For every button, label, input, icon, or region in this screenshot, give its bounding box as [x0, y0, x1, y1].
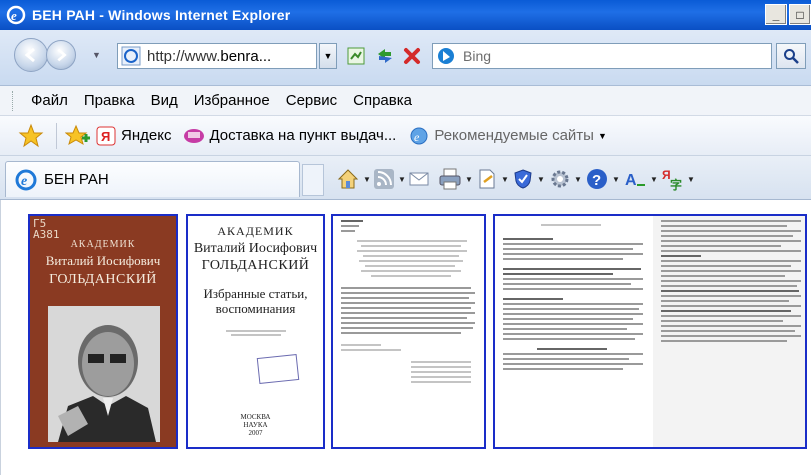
page-menu-button[interactable]: ▼: [476, 166, 509, 192]
imprint-page: [333, 216, 484, 447]
forward-arrow-icon: [57, 48, 67, 62]
address-dropdown-button[interactable]: ▼: [319, 43, 337, 69]
add-to-favorites-icon[interactable]: [65, 123, 91, 149]
menu-grip: [12, 90, 15, 111]
search-input[interactable]: Bing: [432, 43, 772, 69]
safety-menu-button[interactable]: ▼: [512, 166, 545, 192]
yandex-icon: Я: [95, 125, 117, 147]
maximize-button[interactable]: □: [789, 4, 811, 25]
stop-icon: [404, 48, 420, 64]
cover-portrait-photo: [48, 306, 160, 442]
tab-ben-ran[interactable]: e БЕН РАН: [5, 161, 300, 197]
page-favicon-icon: [121, 46, 141, 66]
menu-file[interactable]: Файл: [31, 92, 68, 109]
library-stamp: [256, 353, 300, 385]
magnifier-icon: [784, 49, 799, 64]
svg-text:?: ?: [592, 172, 601, 189]
title-page: АКАДЕМИК Виталий Иосифович ГОЛЬДАНСКИЙ И…: [188, 216, 323, 447]
title-work: Избранные статьи, воспоминания: [203, 286, 308, 316]
menu-bar: Файл Правка Вид Избранное Сервис Справка: [0, 86, 811, 116]
internet-explorer-icon: e: [6, 5, 26, 25]
tab-command-bar: e БЕН РАН ▼ ▼ ▼ ▼ ▼ ▼ ? ▼ A ▼ Я 字 ▼: [0, 156, 811, 200]
refresh-button[interactable]: [374, 45, 396, 67]
title-publisher: МОСКВА НАУКА 2007: [240, 413, 271, 437]
mail-icon: [409, 172, 429, 186]
help-menu-button[interactable]: ? ▼: [585, 166, 620, 192]
svg-text:e: e: [11, 8, 17, 23]
menu-favorites[interactable]: Избранное: [194, 92, 270, 109]
text-size-icon: A: [625, 172, 645, 189]
translate-button[interactable]: Я 字 ▼: [660, 166, 695, 192]
text-size-button[interactable]: A ▼: [623, 166, 658, 192]
title-name: Виталий Иосифович: [193, 241, 318, 256]
home-button[interactable]: ▼: [336, 166, 371, 192]
rss-feed-icon: [374, 169, 394, 189]
title-editor-note: [188, 330, 323, 336]
menu-edit[interactable]: Правка: [84, 92, 135, 109]
window-titlebar: e БЕН РАН - Windows Internet Explorer _ …: [0, 0, 811, 30]
help-icon: ?: [587, 169, 607, 189]
menu-tools[interactable]: Сервис: [286, 92, 337, 109]
address-url: http://www.benra...: [147, 47, 272, 65]
contents-left-page: [495, 216, 647, 447]
compatibility-view-button[interactable]: [345, 45, 367, 67]
svg-text:字: 字: [670, 177, 682, 191]
back-arrow-icon: [24, 47, 35, 63]
imprint-page-thumbnail[interactable]: [331, 214, 486, 449]
favorites-bar: Я Яндекс Доставка на пункт выдач... e Ре…: [0, 116, 811, 156]
delivery-icon: [183, 125, 205, 147]
svg-text:e: e: [21, 174, 27, 189]
safety-shield-icon: [514, 169, 532, 189]
favorites-star-icon[interactable]: [18, 123, 44, 149]
refresh-icon: [378, 49, 392, 63]
page-icon: [479, 169, 495, 189]
svg-text:Я: Я: [101, 129, 110, 144]
svg-text:A: A: [625, 172, 637, 189]
forward-button[interactable]: [46, 40, 76, 70]
print-button[interactable]: ▼: [438, 166, 473, 192]
title-surname: ГОЛЬДАНСКИЙ: [201, 258, 310, 273]
favorite-link-delivery[interactable]: Доставка на пункт выдач...: [183, 125, 396, 147]
table-of-contents-thumbnail[interactable]: [493, 214, 807, 449]
back-button[interactable]: [14, 38, 48, 72]
cover-academician: АКАДЕМИК: [70, 239, 136, 250]
title-page-thumbnail[interactable]: АКАДЕМИК Виталий Иосифович ГОЛЬДАНСКИЙ И…: [186, 214, 325, 449]
suggested-sites-icon: e: [408, 125, 430, 147]
tools-menu-button[interactable]: ▼: [549, 166, 582, 192]
address-field[interactable]: http://www.benra...: [117, 43, 317, 69]
favorites-separator: [56, 122, 57, 149]
compatibility-view-icon: [347, 47, 365, 65]
suggested-sites-dropdown-icon[interactable]: ▼: [598, 131, 607, 141]
window-title: БЕН РАН - Windows Internet Explorer: [32, 7, 291, 23]
translate-icon: Я 字: [662, 168, 682, 191]
page-content: Г5 А381 АКАДЕМИК Виталий Иосифович ГОЛЬД…: [0, 200, 811, 475]
cover-catalog-code: Г5 А381: [33, 217, 60, 241]
menu-view[interactable]: Вид: [151, 92, 178, 109]
menu-help[interactable]: Справка: [353, 92, 412, 109]
printer-icon: [439, 168, 461, 190]
new-tab-button[interactable]: [302, 164, 324, 196]
feeds-button[interactable]: ▼: [373, 166, 406, 192]
minimize-button[interactable]: _: [765, 4, 787, 25]
title-academician: АКАДЕМИК: [217, 224, 294, 238]
svg-text:e: e: [414, 130, 420, 144]
favorite-link-yandex[interactable]: Я Яндекс: [95, 125, 171, 147]
recent-pages-dropdown-icon[interactable]: ▼: [92, 50, 101, 60]
address-toolbar: ▼ http://www.benra... ▼ Bing: [0, 30, 811, 86]
home-icon: [337, 169, 359, 189]
cover-surname: ГОЛЬДАНСКИЙ: [49, 272, 157, 287]
favorite-link-suggested-sites[interactable]: e Рекомендуемые сайты ▼: [408, 125, 607, 147]
bing-icon: [438, 48, 454, 64]
book-cover-thumbnail[interactable]: Г5 А381 АКАДЕМИК Виталий Иосифович ГОЛЬД…: [28, 214, 178, 449]
stop-button[interactable]: [401, 45, 423, 67]
book-cover: Г5 А381 АКАДЕМИК Виталий Иосифович ГОЛЬД…: [30, 216, 176, 447]
tab-ie-icon: e: [15, 169, 37, 190]
search-button[interactable]: [776, 43, 806, 69]
cover-name: Виталий Иосифович: [45, 253, 161, 268]
contents-right-page: [653, 216, 805, 447]
gear-icon: [551, 170, 569, 188]
read-mail-button[interactable]: [408, 166, 430, 192]
